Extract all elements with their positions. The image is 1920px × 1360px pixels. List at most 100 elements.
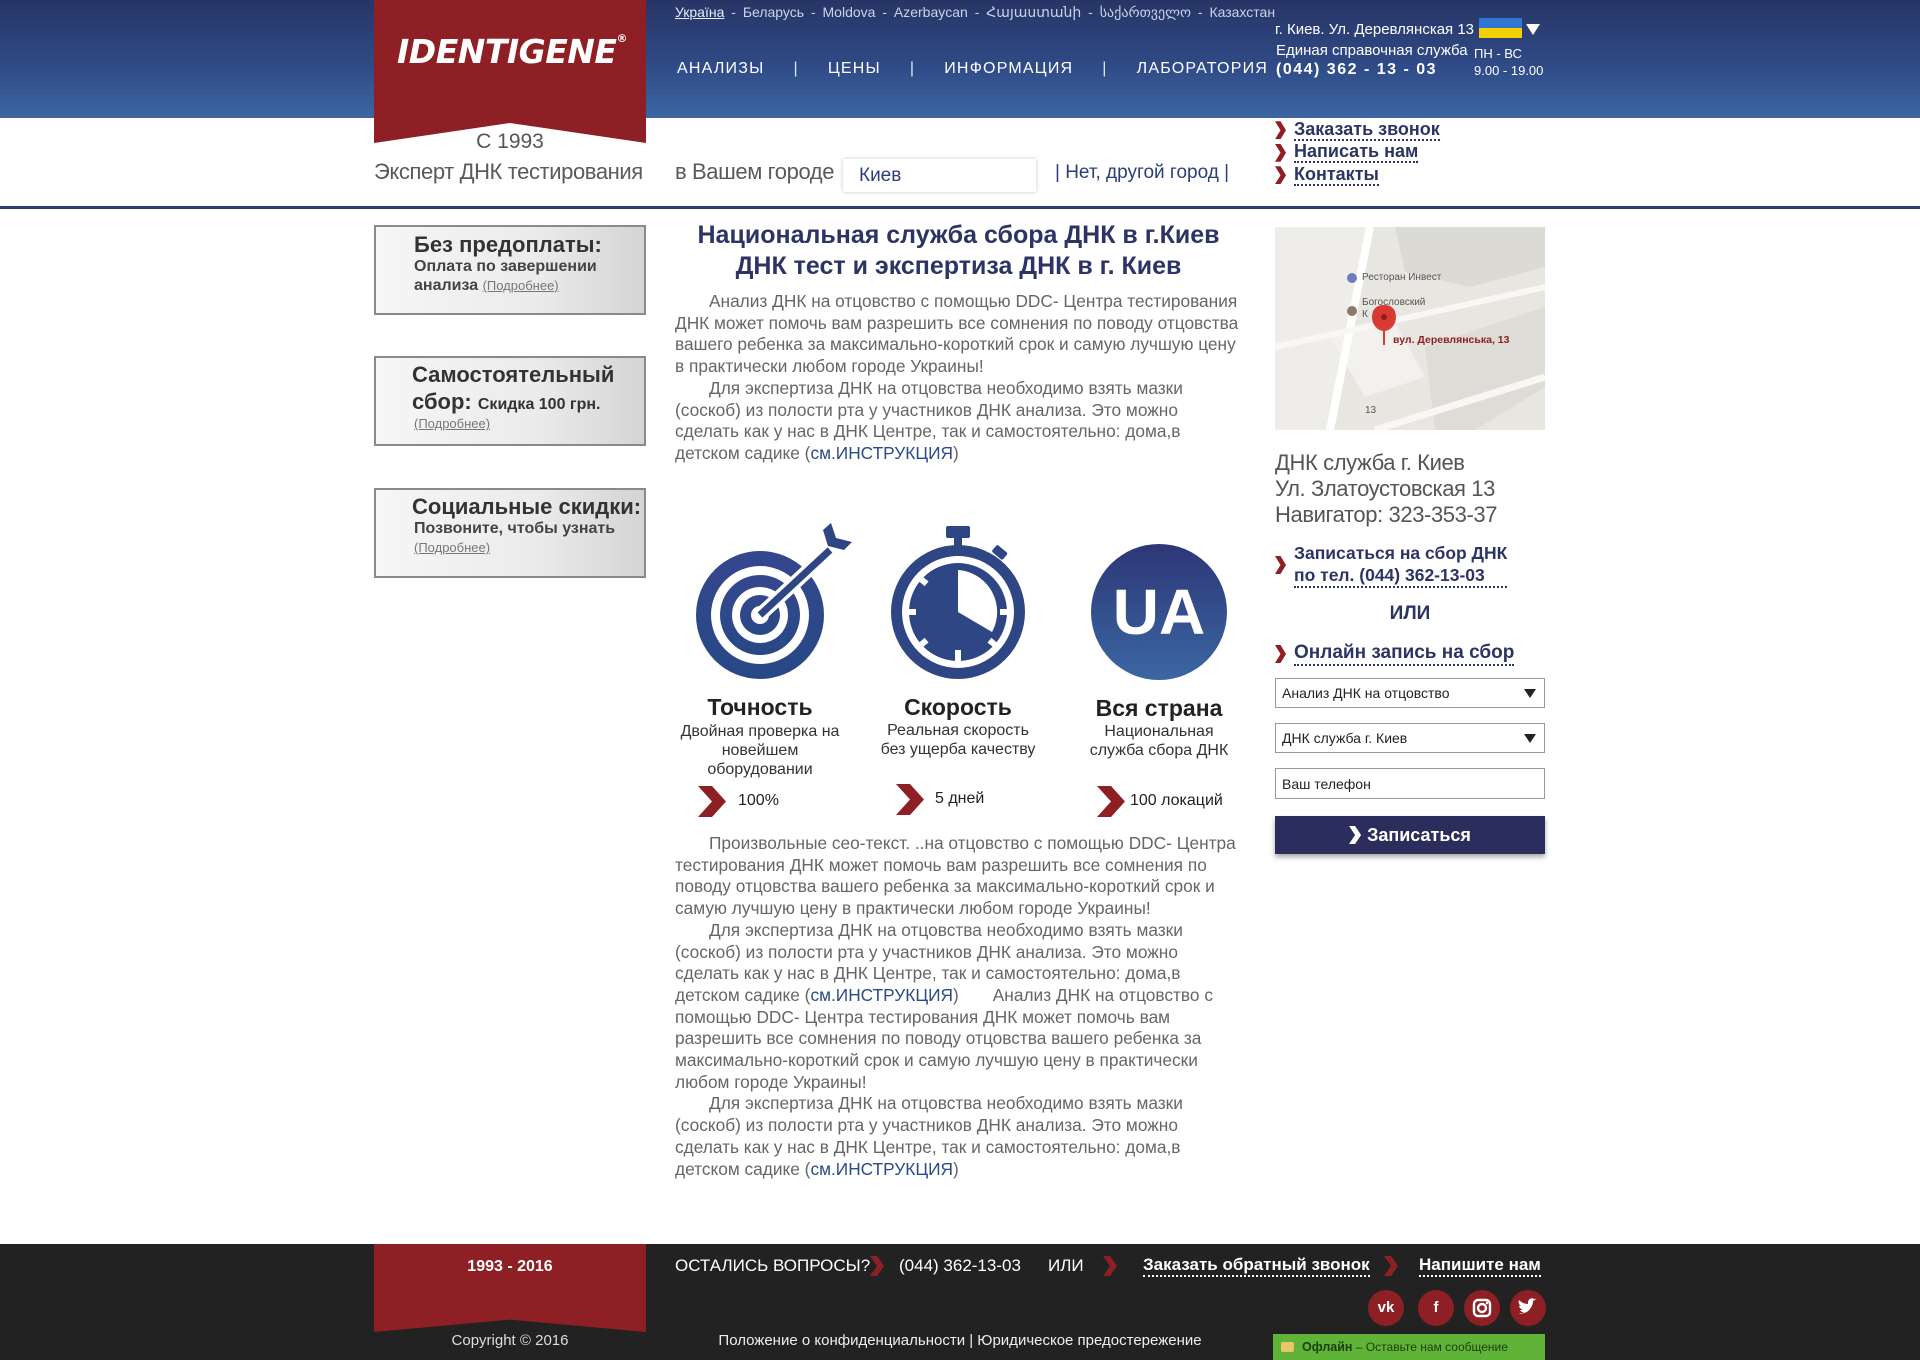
promo-title: Без предоплаты:: [414, 232, 602, 257]
analysis-type-select[interactable]: Анализ ДНК на отцовство: [1275, 678, 1545, 708]
chevron-right-icon: [1349, 826, 1362, 844]
stopwatch-icon: [891, 526, 1025, 679]
office-street: Ул. Златоустовская 13: [1275, 476, 1495, 501]
chat-widget[interactable]: Офлайн – Оставьте нам сообщение: [1273, 1334, 1545, 1360]
header-address: г. Киев. Ул. Деревлянская 13: [1275, 18, 1541, 39]
country-link-ukraine[interactable]: Україна: [675, 4, 724, 20]
target-icon: [696, 523, 852, 679]
chevron-right-icon: [1097, 786, 1125, 817]
legal-links[interactable]: Положение о конфиденциальности | Юридиче…: [675, 1332, 1245, 1349]
footer-or: ИЛИ: [1048, 1256, 1084, 1275]
promo-title-text: сбор:: [412, 389, 472, 414]
service-location-value: ДНК служба г. Киев: [1282, 730, 1408, 746]
nav-item-information[interactable]: ИНФОРМАЦИЯ: [944, 60, 1073, 78]
page-title-line1: Национальная служба сбора ДНК в г.Киев: [697, 221, 1220, 249]
facebook-icon[interactable]: f: [1418, 1290, 1454, 1326]
feature-desc-line: Национальная: [1104, 723, 1214, 740]
instagram-icon[interactable]: [1464, 1290, 1500, 1326]
write-us-link[interactable]: Написать нам: [1275, 142, 1440, 165]
phone-signup-link[interactable]: Записаться на сбор ДНК по тел. (044) 362…: [1275, 542, 1508, 588]
service-location-select[interactable]: ДНК служба г. Киев: [1275, 723, 1545, 753]
promo-subtitle-text: анализа: [414, 277, 479, 294]
instruction-link[interactable]: см.ИНСТРУКЦИЯ: [810, 985, 953, 1005]
phone-signup-line: Записаться на сбор ДНК: [1294, 543, 1508, 563]
country-link-armenia[interactable]: Հայաստանի: [986, 4, 1081, 20]
country-link-kazakhstan[interactable]: Казахстан: [1209, 4, 1275, 20]
feature-desc-country: Национальная служба сбора ДНК: [1064, 722, 1254, 760]
promo-subtitle-text: Позвоните, чтобы узнать: [414, 520, 616, 537]
map-address-label: вул. Деревлянська, 13: [1393, 334, 1510, 346]
nav-separator: |: [1102, 60, 1108, 77]
quick-link-label[interactable]: Заказать звонок: [1294, 119, 1440, 141]
header-work-hours: 9.00 - 19.00: [1474, 63, 1544, 78]
ua-badge-text: UA: [1113, 576, 1205, 648]
promo-self-collection[interactable]: Самостоятельный сбор: Скидка 100 грн. (П…: [374, 356, 646, 446]
chevron-right-icon: [1275, 143, 1286, 162]
header-phone[interactable]: (044) 362 - 13 - 03: [1276, 61, 1437, 79]
ua-badge-icon: UA: [1091, 544, 1227, 680]
online-signup-link[interactable]: Онлайн запись на сбор: [1275, 642, 1515, 666]
chat-icon: [1281, 1342, 1294, 1352]
phone-signup-text[interactable]: Записаться на сбор ДНК по тел. (044) 362…: [1294, 542, 1508, 588]
or-label: ИЛИ: [1389, 603, 1431, 624]
other-city-link[interactable]: | Нет, другой город |: [1055, 162, 1229, 184]
country-link-moldova[interactable]: Moldova: [823, 4, 876, 20]
intro-paragraph-1: Анализ ДНК на отцовство с помощью DDC- Ц…: [675, 291, 1239, 377]
country-link-georgia[interactable]: საქართველო: [1100, 4, 1191, 20]
instruction-link[interactable]: см.ИНСТРУКЦИЯ: [810, 1159, 953, 1179]
nav-item-analyses[interactable]: АНАЛИЗЫ: [677, 60, 764, 78]
promo-social-discounts[interactable]: Социальные скидки: Позвоните, чтобы узна…: [374, 488, 646, 578]
since-year: С 1993: [476, 130, 544, 153]
footer-callback-link[interactable]: Заказать обратный звонок: [1143, 1255, 1370, 1277]
promo-more-link[interactable]: (Подробнее): [414, 416, 490, 431]
promo-more-link[interactable]: (Подробнее): [414, 540, 490, 555]
country-link-belarus[interactable]: Беларусь: [743, 4, 804, 20]
promo-subtitle: Позвоните, чтобы узнать (Подробнее): [414, 519, 615, 557]
city-input[interactable]: [843, 159, 1036, 192]
submit-button[interactable]: Записаться: [1275, 816, 1545, 854]
footer-write-link[interactable]: Напишите нам: [1419, 1255, 1541, 1277]
quick-links: Заказать звонок Написать нам Контакты: [1275, 119, 1440, 187]
instruction-link[interactable]: см.ИНСТРУКЦИЯ: [810, 443, 953, 463]
country-separator: -: [1197, 4, 1207, 20]
feature-desc-accuracy: Двойная проверка на новейшем оборудовани…: [665, 722, 855, 779]
analysis-type-value: Анализ ДНК на отцовство: [1282, 685, 1450, 701]
chevron-down-icon: [1524, 734, 1536, 743]
ukraine-flag-icon[interactable]: [1479, 18, 1523, 38]
location-map[interactable]: Ресторан Инвест Богословский К вул. Дере…: [1275, 227, 1545, 430]
chevron-right-icon: [698, 786, 726, 817]
contacts-link[interactable]: Контакты: [1275, 164, 1440, 187]
order-call-link[interactable]: Заказать звонок: [1275, 119, 1440, 142]
footer-phone[interactable]: (044) 362-13-03: [899, 1256, 1021, 1276]
quick-link-label[interactable]: Написать нам: [1294, 142, 1419, 164]
promo-title: Социальные скидки:: [412, 494, 642, 519]
quick-link-label[interactable]: Контакты: [1294, 164, 1379, 186]
nav-item-prices[interactable]: ЦЕНЫ: [828, 60, 881, 78]
feature-desc-line: Двойная проверка на: [680, 723, 840, 740]
promo-no-prepayment[interactable]: Без предоплаты: Оплата по завершении анал…: [374, 225, 646, 315]
country-separator: -: [882, 4, 891, 20]
tagline: Эксперт ДНК тестирования: [374, 159, 643, 184]
logo-ribbon[interactable]: [374, 0, 646, 143]
nav-item-laboratory[interactable]: ЛАБОРАТОРИЯ: [1137, 60, 1268, 78]
map-poi-label: Богословский: [1362, 297, 1426, 308]
phone-field[interactable]: [1275, 768, 1545, 799]
chat-message: – Оставьте нам сообщение: [1355, 1340, 1508, 1354]
logo[interactable]: IDENTIGENE®: [384, 32, 640, 71]
promo-subtitle: Оплата по завершении анализа (Подробнее): [414, 257, 597, 295]
vk-icon[interactable]: vk: [1368, 1290, 1404, 1326]
header-divider: [0, 206, 1920, 209]
page-title-line2: ДНК тест и экспертиза ДНК в г. Киев: [735, 252, 1182, 280]
country-separator: -: [731, 4, 740, 20]
promo-more-link[interactable]: (Подробнее): [483, 278, 559, 293]
feature-title-speed: Скорость: [904, 694, 1012, 720]
twitter-icon[interactable]: [1510, 1290, 1546, 1326]
country-link-azerbaijan[interactable]: Azerbaycan: [894, 4, 968, 20]
office-name: ДНК служба г. Киев: [1275, 450, 1465, 475]
online-signup-label[interactable]: Онлайн запись на сбор: [1294, 642, 1515, 666]
header-work-days: ПН - ВС: [1474, 46, 1522, 61]
footer-questions: ОСТАЛИСЬ ВОПРОСЫ?: [675, 1256, 871, 1275]
feature-desc-line: Реальная скорость: [887, 722, 1029, 739]
chevron-down-icon[interactable]: [1526, 24, 1541, 35]
feature-desc-speed: Реальная скорость без ущерба качеству: [863, 721, 1053, 759]
